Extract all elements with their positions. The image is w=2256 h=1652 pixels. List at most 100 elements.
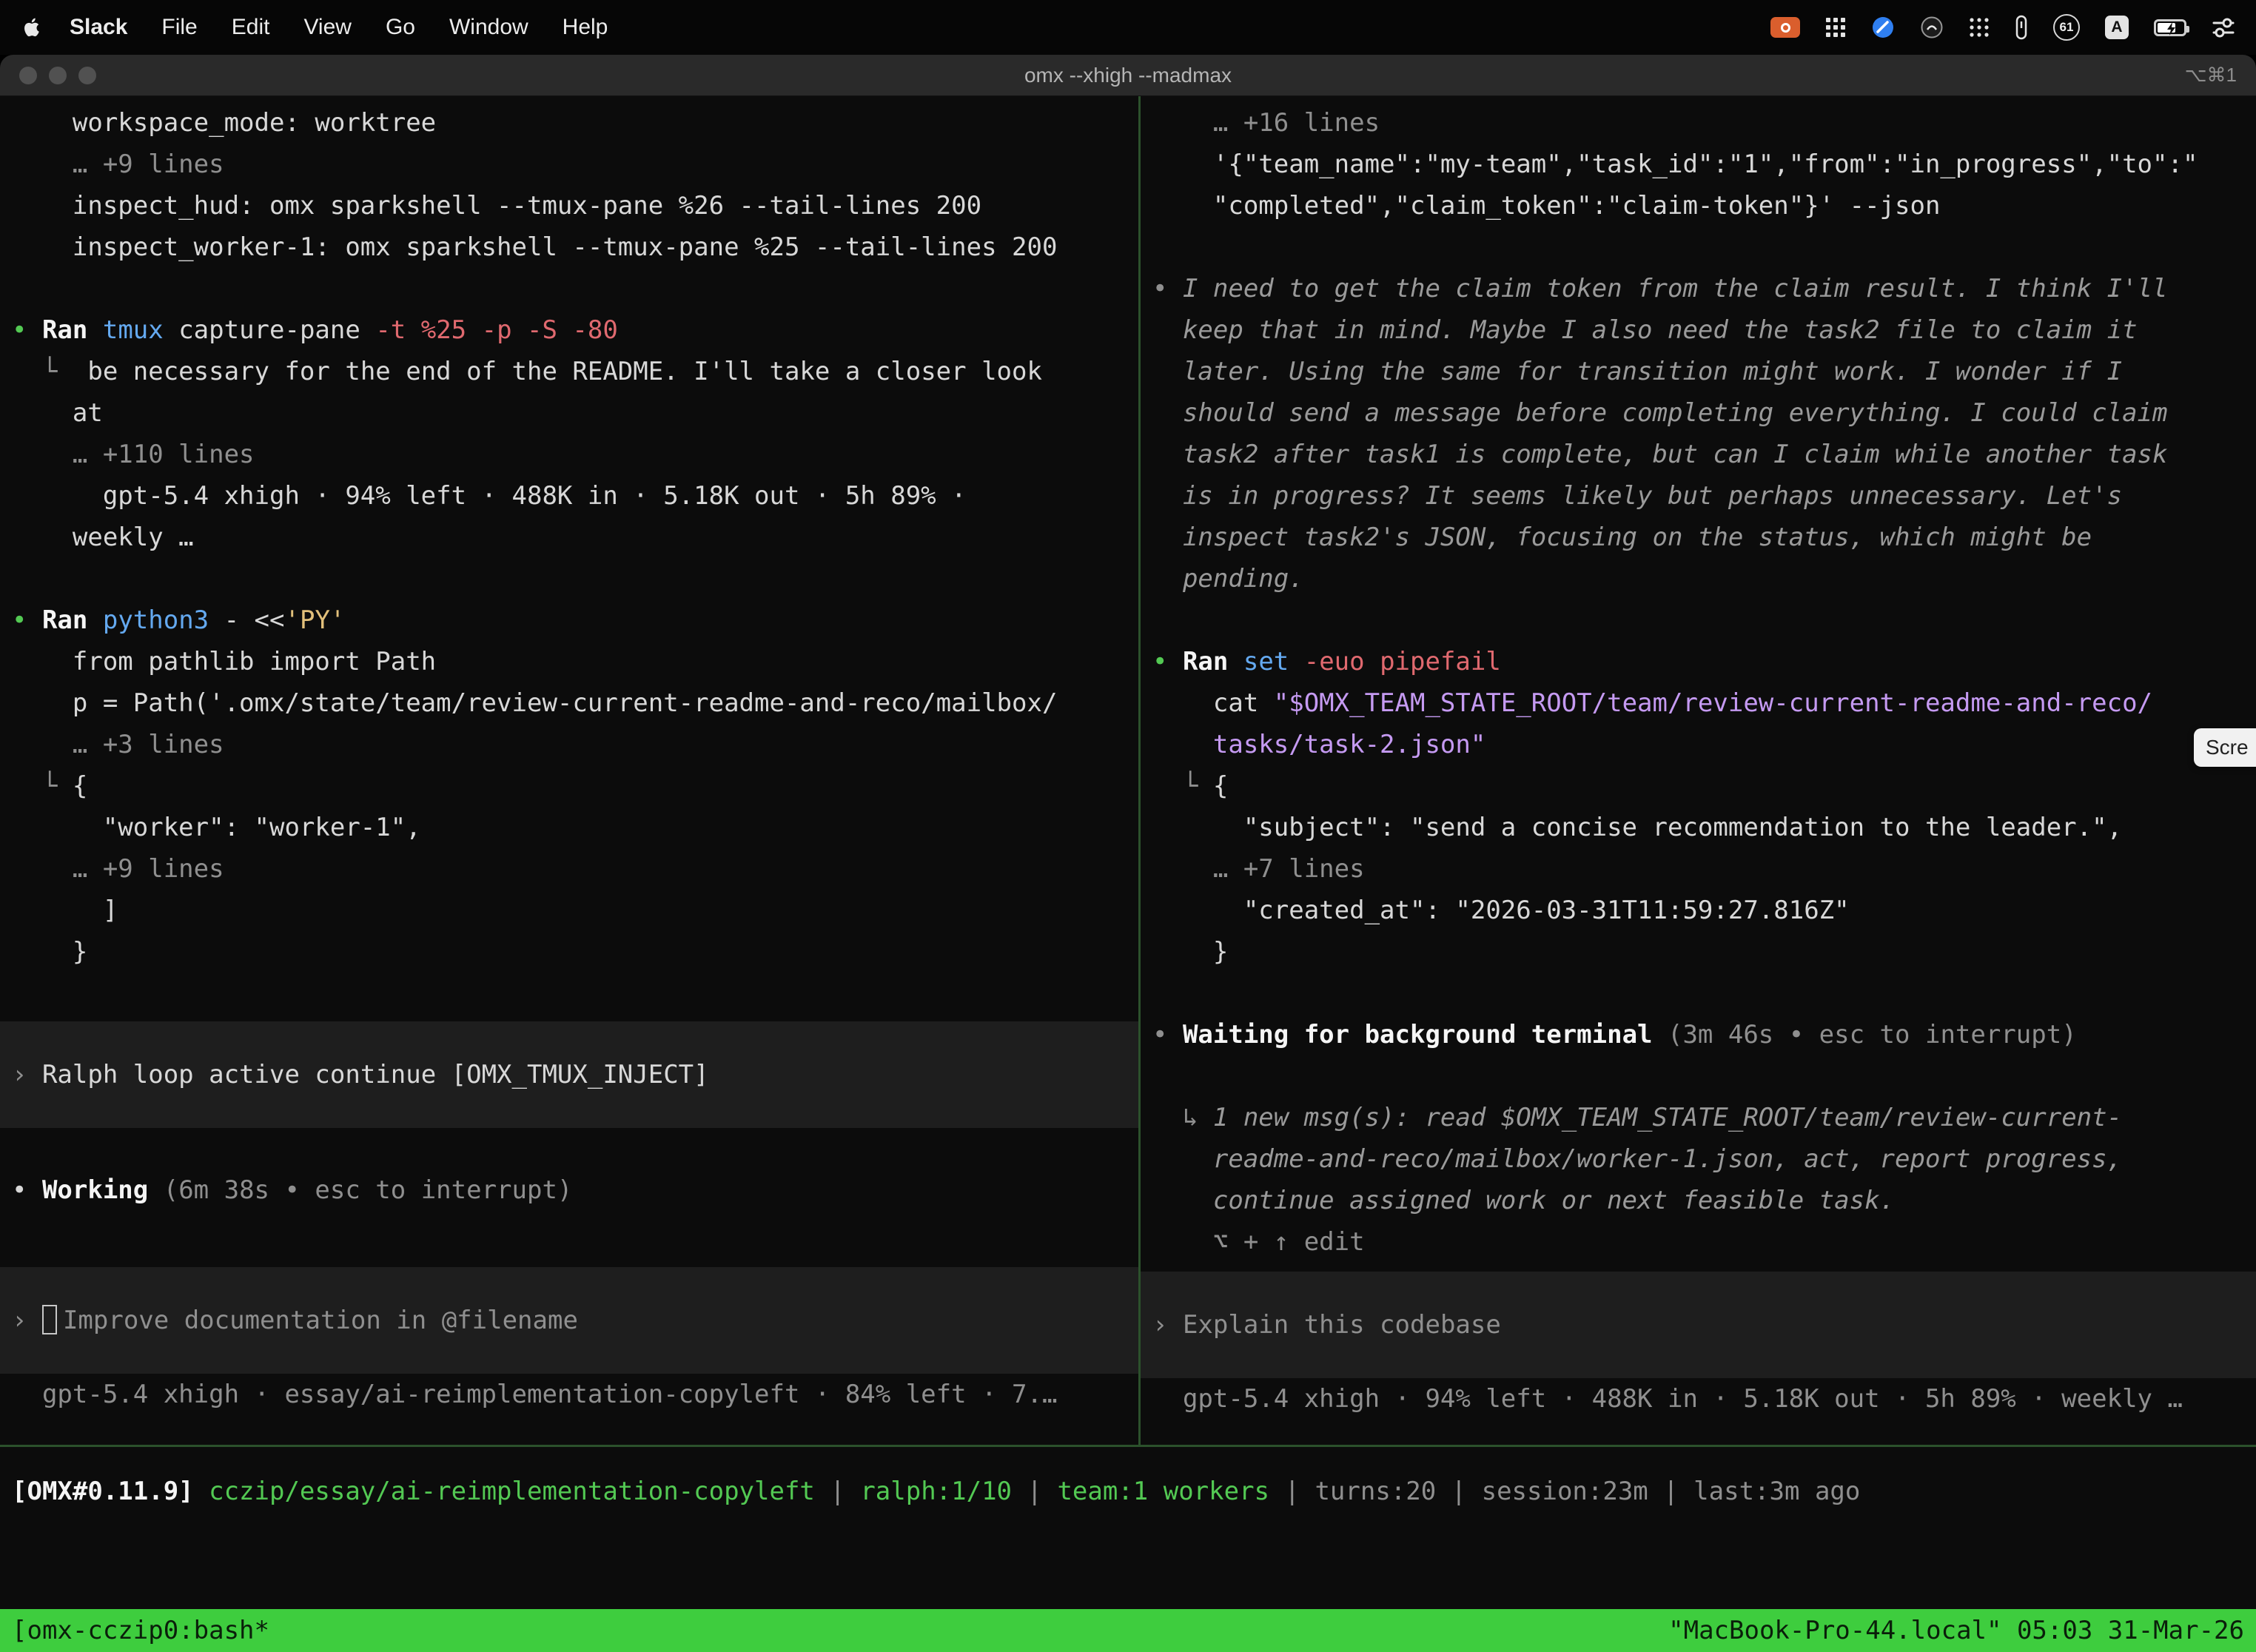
terminal-line	[1152, 226, 2256, 268]
menu-help[interactable]: Help	[563, 15, 608, 40]
minimize-button[interactable]	[49, 67, 67, 84]
terminal-line: … +9 lines	[12, 144, 1138, 185]
screen-recording-icon[interactable]	[1770, 17, 1800, 38]
terminal-line: └ be necessary for the end of the README…	[12, 351, 1138, 392]
terminal-window: omx --xhigh --madmax ⌥⌘1 workspace_mode:…	[0, 55, 2256, 1652]
omx-status-line: [OMX#0.11.9] cczip/essay/ai-reimplementa…	[12, 1471, 2256, 1512]
terminal-line	[1152, 973, 2256, 1014]
blue-app-icon[interactable]	[1871, 16, 1895, 39]
terminal-line: at	[12, 392, 1138, 434]
terminal-line: }	[12, 931, 1138, 973]
menu-file[interactable]: File	[161, 15, 197, 40]
terminal-line: • Ran tmux capture-pane -t %25 -p -S -80	[12, 309, 1138, 351]
keypad-icon[interactable]	[1825, 17, 1846, 38]
tmux-pane-left[interactable]: workspace_mode: worktree … +9 lines insp…	[0, 96, 1138, 1445]
menu-slack[interactable]: Slack	[70, 15, 127, 40]
terminal-line: continue assigned work or next feasible …	[1152, 1180, 2256, 1221]
terminal-line: • Working (6m 38s • esc to interrupt)	[12, 1169, 1138, 1211]
close-button[interactable]	[19, 67, 37, 84]
terminal-line: └ {	[12, 765, 1138, 807]
terminal-line: '{"team_name":"my-team","task_id":"1","f…	[1152, 144, 2256, 185]
terminal-line	[1152, 600, 2256, 641]
terminal-line: should send a message before completing …	[1152, 392, 2256, 434]
terminal-line: pending.	[1152, 558, 2256, 600]
terminal-line: readme-and-reco/mailbox/worker-1.json, a…	[1152, 1138, 2256, 1180]
panes-bottom-border	[0, 1445, 2256, 1447]
screenshot-tooltip: Scre	[2194, 728, 2256, 767]
terminal-line: "completed","claim_token":"claim-token"}…	[1152, 185, 2256, 226]
terminal-line: later. Using the same for transition mig…	[1152, 351, 2256, 392]
zoom-button[interactable]	[78, 67, 96, 84]
terminal-line: ]	[12, 890, 1138, 931]
terminal-line: … +7 lines	[1152, 848, 2256, 890]
terminal-line: "subject": "send a concise recommendatio…	[1152, 807, 2256, 848]
terminal-line: … +16 lines	[1152, 102, 2256, 144]
terminal-line: … +110 lines	[12, 434, 1138, 475]
terminal-line: ↳ 1 new msg(s): read $OMX_TEAM_STATE_ROO…	[1152, 1097, 2256, 1138]
terminal-line	[12, 558, 1138, 600]
terminal-line: └ {	[1152, 765, 2256, 807]
menu-window[interactable]: Window	[449, 15, 528, 40]
left-input-band[interactable]: › Ralph loop active continue [OMX_TMUX_I…	[0, 1021, 1138, 1128]
tmux-session-label: [omx-cczip0:bash*	[12, 1616, 269, 1645]
record-indicator	[1770, 17, 1800, 38]
utility-app-icon[interactable]	[2015, 15, 2028, 40]
tmux-status-bar: [omx-cczip0:bash* "MacBook-Pro-44.local"…	[0, 1609, 2256, 1652]
control-center-icon[interactable]	[2212, 16, 2235, 38]
screenshot-tooltip-text: Scre	[2206, 736, 2249, 759]
menu-go[interactable]: Go	[386, 15, 415, 40]
terminal-line	[12, 1128, 1138, 1169]
terminal-line: tasks/task-2.json"	[1152, 724, 2256, 765]
terminal-line: workspace_mode: worktree	[12, 102, 1138, 144]
menu-bar: Slack File Edit View Go Window Help 61 A	[0, 0, 2256, 55]
terminal-line: … +3 lines	[12, 724, 1138, 765]
window-shortcut-badge: ⌥⌘1	[2185, 64, 2237, 87]
dots-grid-icon[interactable]	[1969, 17, 1990, 38]
menu-edit[interactable]: Edit	[232, 15, 270, 40]
apple-icon	[21, 16, 43, 38]
menu-view[interactable]: View	[303, 15, 351, 40]
terminal-line: … +9 lines	[12, 848, 1138, 890]
right-prompt-band[interactable]: › Explain this codebase	[1141, 1272, 2256, 1378]
battery-icon[interactable]	[2154, 19, 2186, 36]
app-menus: Slack File Edit View Go Window Help	[70, 15, 608, 40]
terminal-line: gpt-5.4 xhigh · 94% left · 488K in · 5.1…	[1152, 1378, 2256, 1420]
terminal-line: • Ran set -euo pipefail	[1152, 641, 2256, 682]
battery-shape	[2154, 19, 2186, 36]
terminal-line: "worker": "worker-1",	[12, 807, 1138, 848]
terminal-line: task2 after task1 is complete, but can I…	[1152, 434, 2256, 475]
terminal-line: • Ran python3 - <<'PY'	[12, 600, 1138, 641]
terminal-line: gpt-5.4 xhigh · 94% left · 488K in · 5.1…	[12, 475, 1138, 517]
terminal-line: ⌥ + ↑ edit	[1152, 1221, 2256, 1263]
left-prompt-band[interactable]: › Improve documentation in @filename	[0, 1267, 1138, 1374]
apple-menu[interactable]	[21, 15, 46, 40]
window-title: omx --xhigh --madmax	[1024, 64, 1232, 87]
terminal-line: gpt-5.4 xhigh · essay/ai-reimplementatio…	[12, 1374, 1138, 1415]
tmux-pane-right[interactable]: … +16 lines '{"team_name":"my-team","tas…	[1141, 96, 2256, 1445]
terminal-line: weekly …	[12, 517, 1138, 558]
battery-percent-badge[interactable]: 61	[2053, 14, 2080, 41]
terminal-line: • I need to get the claim token from the…	[1152, 268, 2256, 309]
battery-percent-value: 61	[2053, 14, 2080, 41]
terminal-line: }	[1152, 931, 2256, 973]
terminal-line: inspect_worker-1: omx sparkshell --tmux-…	[12, 226, 1138, 268]
input-source-icon[interactable]: A	[2105, 16, 2129, 39]
tmux-panes: workspace_mode: worktree … +9 lines insp…	[0, 96, 2256, 1445]
text-cursor	[42, 1305, 57, 1334]
terminal-line: from pathlib import Path	[12, 641, 1138, 682]
window-titlebar: omx --xhigh --madmax ⌥⌘1	[0, 55, 2256, 96]
terminal-line: inspect task2's JSON, focusing on the st…	[1152, 517, 2256, 558]
terminal-line	[1152, 1055, 2256, 1097]
menu-bar-status-icons: 61 A	[1770, 14, 2235, 41]
terminal-line: inspect_hud: omx sparkshell --tmux-pane …	[12, 185, 1138, 226]
terminal-line: keep that in mind. Maybe I also need the…	[1152, 309, 2256, 351]
dark-app-icon[interactable]	[1920, 16, 1944, 39]
terminal-line	[12, 1211, 1138, 1252]
terminal-line: • Waiting for background terminal (3m 46…	[1152, 1014, 2256, 1055]
tmux-host-and-clock: "MacBook-Pro-44.local" 05:03 31-Mar-26	[1668, 1616, 2244, 1645]
terminal-line: is in progress? It seems likely but perh…	[1152, 475, 2256, 517]
terminal-line: "created_at": "2026-03-31T11:59:27.816Z"	[1152, 890, 2256, 931]
charging-bolt-icon	[2156, 20, 2189, 37]
terminal-line: cat "$OMX_TEAM_STATE_ROOT/team/review-cu…	[1152, 682, 2256, 724]
terminal-line	[12, 973, 1138, 1014]
